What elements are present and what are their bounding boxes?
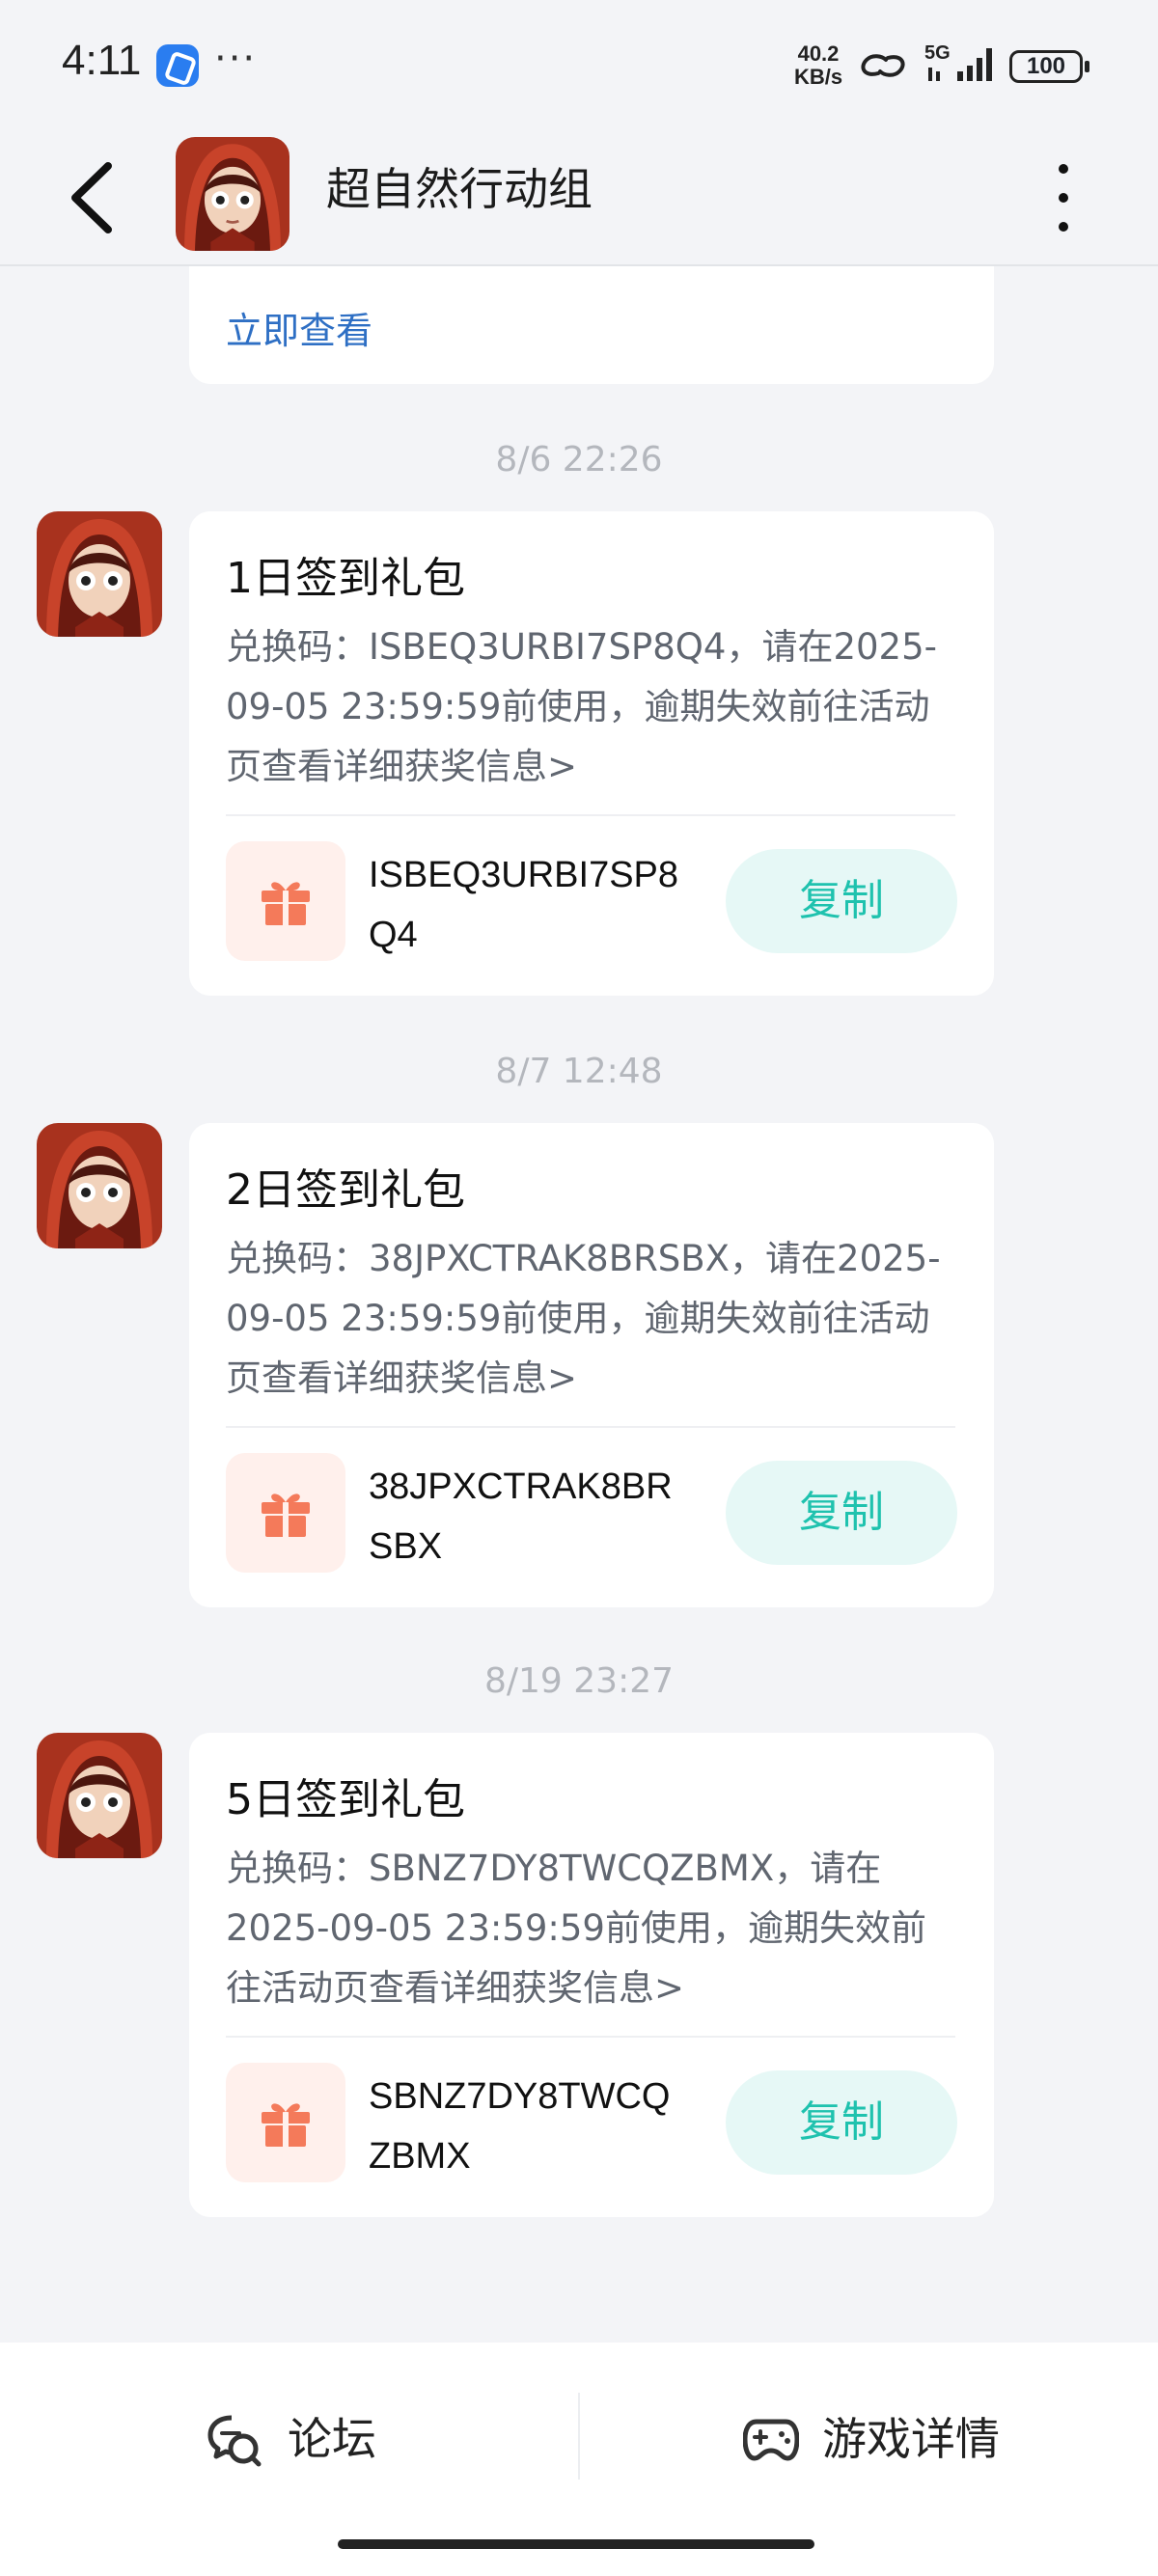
status-bar: 4:11 ··· 40.2 KB/s 5G 100 <box>0 0 1158 131</box>
sender-avatar[interactable] <box>37 1123 162 1248</box>
status-time: 4:11 <box>62 37 142 84</box>
hotspot-link-icon <box>861 54 905 77</box>
message-timestamp: 8/19 23:27 <box>483 1661 675 1701</box>
copy-button[interactable]: 复制 <box>726 849 957 953</box>
forum-chat-icon <box>207 2415 262 2467</box>
battery-indicator: 100 <box>1009 50 1089 83</box>
message-title: 1日签到礼包 <box>226 554 465 603</box>
chat-header: 超自然行动组 <box>0 131 1158 266</box>
message-title: 2日签到礼包 <box>226 1165 465 1215</box>
divider <box>226 814 955 816</box>
chat-title: 超自然行动组 <box>326 163 593 215</box>
divider <box>226 1426 955 1428</box>
message-body[interactable]: 兑换码：SBNZ7DY8TWCQZBMX，请在2025-09-05 23:59:… <box>226 1839 959 2018</box>
cellular-signal-icon: 5G <box>924 42 1002 85</box>
sender-avatar[interactable] <box>37 511 162 637</box>
message-body[interactable]: 兑换码：ISBEQ3URBI7SP8Q4，请在2025-09-05 23:59:… <box>226 617 959 797</box>
gift-message-card: 1日签到礼包 兑换码：ISBEQ3URBI7SP8Q4，请在2025-09-05… <box>189 511 994 996</box>
game-details-tab[interactable]: 游戏详情 <box>743 2402 1033 2480</box>
network-speed-unit: KB/s <box>793 65 843 89</box>
message-timestamp: 8/6 22:26 <box>495 440 663 480</box>
forum-tab[interactable]: 论坛 <box>207 2402 400 2480</box>
message-title: 5日签到礼包 <box>226 1775 465 1824</box>
network-speed-value: 40.2 <box>797 41 840 66</box>
gift-message-card: 2日签到礼包 兑换码：38JPXCTRAK8BRSBX，请在2025-09-05… <box>189 1123 994 1607</box>
sender-avatar[interactable] <box>37 1733 162 1858</box>
previous-message-card: 立即查看 <box>189 266 994 384</box>
gift-icon <box>226 841 345 961</box>
game-details-label: 游戏详情 <box>822 2413 1000 2465</box>
divider <box>226 2036 955 2038</box>
home-indicator[interactable] <box>338 2539 814 2549</box>
copy-button[interactable]: 复制 <box>726 1461 957 1565</box>
redeem-code: ISBEQ3URBI7SP8Q4 <box>369 855 679 955</box>
gift-icon <box>226 1453 345 1573</box>
gamepad-icon <box>743 2419 799 2461</box>
redeem-code: 38JPXCTRAK8BRSBX <box>369 1466 673 1567</box>
message-body[interactable]: 兑换码：38JPXCTRAK8BRSBX，请在2025-09-05 23:59:… <box>226 1229 959 1409</box>
view-now-link[interactable]: 立即查看 <box>226 301 372 354</box>
message-timestamp: 8/7 12:48 <box>495 1052 663 1091</box>
chevron-left-icon[interactable] <box>58 154 135 241</box>
status-more-dots: ··· <box>214 37 258 81</box>
bottom-bar: 论坛 游戏详情 <box>0 2343 1158 2576</box>
copy-button[interactable]: 复制 <box>726 2070 957 2175</box>
redeem-code: SBNZ7DY8TWCQZBMX <box>369 2076 671 2177</box>
forum-label: 论坛 <box>288 2413 376 2465</box>
app-notification-icon <box>156 44 199 87</box>
game-avatar-icon[interactable] <box>176 137 290 251</box>
gift-message-card: 5日签到礼包 兑换码：SBNZ7DY8TWCQZBMX，请在2025-09-05… <box>189 1733 994 2217</box>
network-speed: 40.2 KB/s <box>789 42 847 89</box>
gift-icon <box>226 2063 345 2182</box>
divider <box>578 2393 580 2480</box>
more-vertical-icon[interactable] <box>1042 156 1085 239</box>
